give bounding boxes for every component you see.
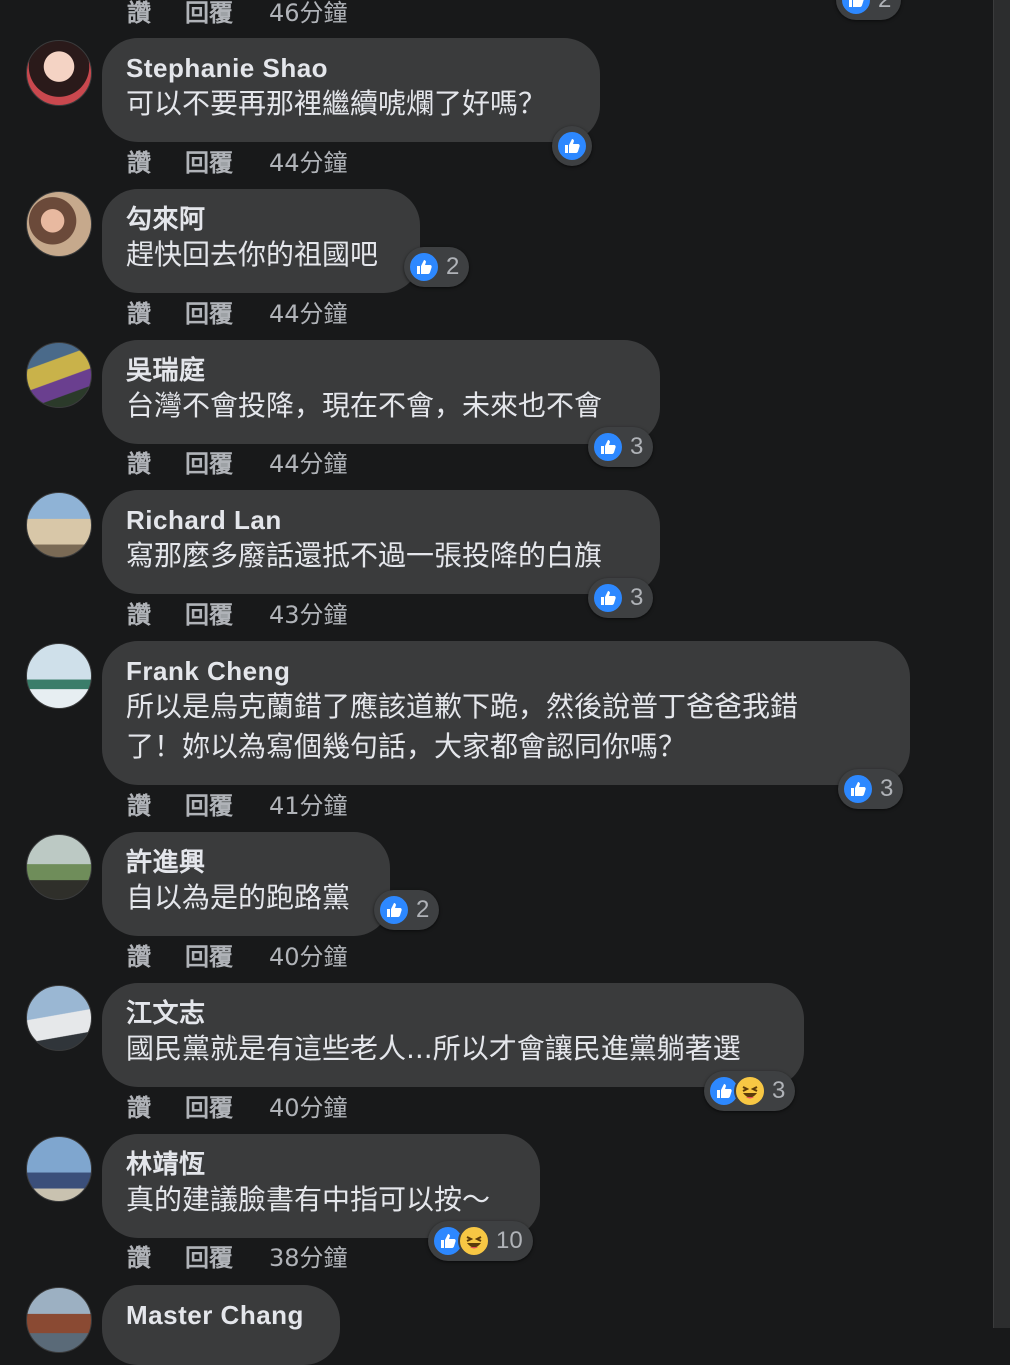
reaction-summary[interactable]: 3 — [704, 1071, 796, 1111]
reaction-count: 3 — [772, 1077, 786, 1104]
reaction-summary[interactable]: 2 — [404, 247, 470, 287]
thumbs-up-icon — [378, 894, 410, 926]
reaction-summary[interactable]: 10 — [428, 1221, 533, 1261]
comment-bubble: Master Chang — [102, 1285, 340, 1365]
reaction-summary[interactable]: 2 — [374, 890, 440, 930]
avatar[interactable] — [26, 342, 92, 408]
comment-author[interactable]: Master Chang — [126, 1299, 316, 1331]
comment-actions: 讚 回覆 43分鐘 — [127, 600, 348, 630]
comment-bubble: Richard Lan 寫那麼多廢話還抵不過一張投降的白旗 — [102, 490, 660, 594]
avatar[interactable] — [26, 985, 92, 1051]
reaction-summary[interactable]: 3 — [838, 769, 904, 809]
comment-bubble: Stephanie Shao 可以不要再那裡繼續唬爛了好嗎？ — [102, 38, 600, 142]
comment-time[interactable]: 43分鐘 — [269, 600, 348, 630]
comment-time[interactable]: 44分鐘 — [269, 148, 348, 178]
like-link[interactable]: 讚 — [127, 791, 185, 821]
comment-author[interactable]: 江文志 — [126, 997, 780, 1029]
comment-author[interactable]: Richard Lan — [126, 504, 636, 536]
comment-author[interactable]: 勾來阿 — [126, 203, 396, 235]
reply-link[interactable]: 回覆 — [185, 449, 269, 479]
reply-link[interactable]: 回覆 — [185, 942, 269, 972]
comment-author[interactable]: 林靖恆 — [126, 1148, 516, 1180]
comment-bubble: 江文志 國民黨就是有這些老人...所以才會讓民進黨躺著選 — [102, 983, 804, 1087]
comment-bubble: 吳瑞庭 台灣不會投降，現在不會，未來也不會 — [102, 340, 660, 444]
reaction-summary[interactable]: 3 — [588, 427, 654, 467]
like-link[interactable]: 讚 — [127, 942, 185, 972]
avatar[interactable] — [26, 1287, 92, 1353]
comment-actions: 讚 回覆 38分鐘 — [127, 1243, 348, 1273]
scrollbar[interactable] — [993, 0, 1010, 1328]
comment-time[interactable]: 44分鐘 — [269, 299, 348, 329]
reply-link[interactable]: 回覆 — [185, 1243, 269, 1273]
like-link[interactable]: 讚 — [127, 1243, 185, 1273]
reaction-summary[interactable] — [552, 126, 592, 166]
like-link[interactable]: 讚 — [127, 299, 185, 329]
reaction-count: 3 — [630, 433, 644, 460]
avatar[interactable] — [26, 492, 92, 558]
reaction-count: 2 — [878, 0, 891, 14]
laughing-face-icon — [458, 1225, 490, 1257]
reply-link[interactable]: 回覆 — [185, 600, 269, 630]
reaction-count: 3 — [630, 584, 644, 611]
comment-text: 趕快回去你的祖國吧 — [126, 238, 379, 271]
avatar[interactable] — [26, 40, 92, 106]
comment-actions: 讚 回覆 44分鐘 — [127, 299, 348, 329]
comment-text: 國民黨就是有這些老人...所以才會讓民進黨躺著選 — [126, 1032, 741, 1065]
thumbs-up-icon — [840, 0, 872, 16]
like-link[interactable]: 讚 — [127, 0, 185, 28]
like-link[interactable]: 讚 — [127, 449, 185, 479]
comment-actions: 讚 回覆 40分鐘 — [127, 1093, 348, 1123]
comment-actions: 讚 回覆 44分鐘 — [127, 148, 348, 178]
comment-text: 自以為是的跑路黨 — [126, 881, 351, 914]
comment-text: 可以不要再那裡繼續唬爛了好嗎？ — [126, 87, 547, 120]
thumbs-up-icon — [408, 251, 440, 283]
like-link[interactable]: 讚 — [127, 600, 185, 630]
laughing-face-icon — [734, 1075, 766, 1107]
comment-author[interactable]: Stephanie Shao — [126, 52, 576, 84]
comment-bubble: 勾來阿 趕快回去你的祖國吧 — [102, 189, 420, 293]
comment-author[interactable]: Frank Cheng — [126, 655, 886, 687]
reply-link[interactable]: 回覆 — [185, 0, 269, 28]
comment-bubble: Frank Cheng 所以是烏克蘭錯了應該道歉下跪，然後說普丁爸爸我錯 了！妳… — [102, 641, 910, 785]
comment-text: 寫那麼多廢話還抵不過一張投降的白旗 — [126, 539, 603, 572]
comment-time[interactable]: 40分鐘 — [269, 1093, 348, 1123]
reply-link[interactable]: 回覆 — [185, 791, 269, 821]
comment-actions-top: 讚 回覆 46分鐘 — [127, 0, 348, 28]
comment-time[interactable]: 46分鐘 — [269, 0, 348, 28]
reaction-summary-top[interactable]: 2 — [836, 0, 902, 20]
comment-time[interactable]: 44分鐘 — [269, 449, 348, 479]
reply-link[interactable]: 回覆 — [185, 148, 269, 178]
like-link[interactable]: 讚 — [127, 1093, 185, 1123]
avatar[interactable] — [26, 191, 92, 257]
comment-actions: 讚 回覆 41分鐘 — [127, 791, 348, 821]
comment-bubble: 許進興 自以為是的跑路黨 — [102, 832, 390, 936]
comment-text: 所以是烏克蘭錯了應該道歉下跪，然後說普丁爸爸我錯 了！妳以為寫個幾句話，大家都會… — [126, 690, 799, 763]
thumbs-up-icon — [556, 130, 588, 162]
comment-author[interactable]: 吳瑞庭 — [126, 354, 636, 386]
reaction-count: 10 — [496, 1227, 523, 1254]
comment-text: 真的建議臉書有中指可以按～ — [126, 1183, 491, 1216]
comment-actions: 讚 回覆 40分鐘 — [127, 942, 348, 972]
reply-link[interactable]: 回覆 — [185, 299, 269, 329]
reaction-count: 3 — [880, 775, 894, 802]
reply-link[interactable]: 回覆 — [185, 1093, 269, 1123]
like-link[interactable]: 讚 — [127, 148, 185, 178]
comment-time[interactable]: 41分鐘 — [269, 791, 348, 821]
reaction-summary[interactable]: 3 — [588, 578, 654, 618]
comment-actions: 讚 回覆 44分鐘 — [127, 449, 348, 479]
comment-time[interactable]: 40分鐘 — [269, 942, 348, 972]
avatar[interactable] — [26, 643, 92, 709]
comment-time[interactable]: 38分鐘 — [269, 1243, 348, 1273]
avatar[interactable] — [26, 834, 92, 900]
reaction-count: 2 — [446, 253, 460, 280]
reaction-count: 2 — [416, 896, 430, 923]
thumbs-up-icon — [592, 582, 624, 614]
thumbs-up-icon — [592, 431, 624, 463]
comment-author[interactable]: 許進興 — [126, 846, 366, 878]
thumbs-up-icon — [842, 773, 874, 805]
comment-text: 台灣不會投降，現在不會，未來也不會 — [126, 389, 603, 422]
avatar[interactable] — [26, 1136, 92, 1202]
